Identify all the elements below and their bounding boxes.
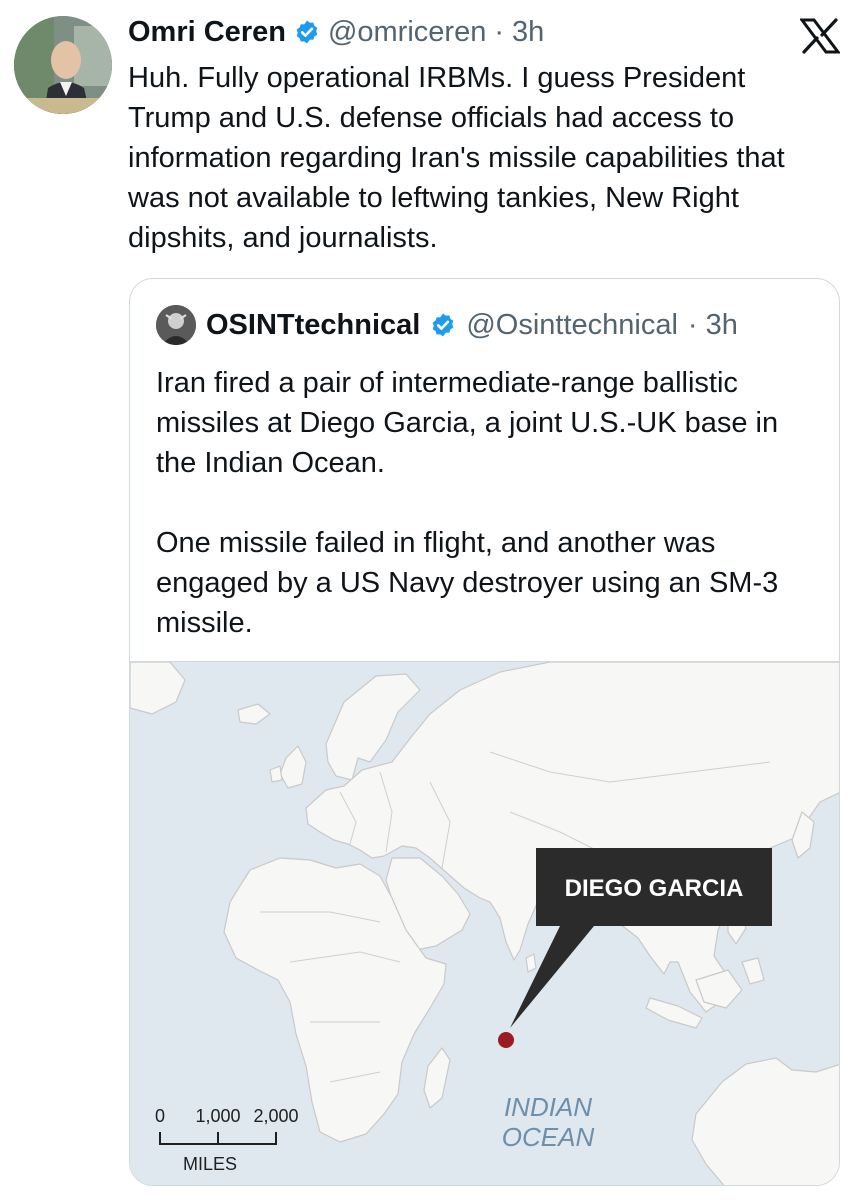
- quoted-tweet-card[interactable]: OSINTtechnical @Osinttechnical · 3h Iran…: [129, 278, 840, 1186]
- ocean-label-line2: OCEAN: [502, 1122, 595, 1152]
- author-avatar[interactable]: [14, 16, 112, 114]
- scale-tick-label: 1,000: [195, 1106, 240, 1126]
- callout-label: DIEGO GARCIA: [565, 875, 744, 902]
- quoted-tweet-time[interactable]: · 3h: [688, 305, 738, 345]
- scale-tick-label: 0: [155, 1106, 165, 1126]
- quoted-author-name[interactable]: OSINTtechnical: [206, 305, 420, 345]
- tweet-header: Omri Ceren @omriceren · 3h: [128, 12, 544, 52]
- diego-garcia-marker: [498, 1032, 514, 1048]
- quoted-paragraph: One missile failed in flight, and anothe…: [156, 527, 779, 639]
- quoted-avatar-image: [156, 305, 196, 345]
- quoted-tweet-header: OSINTtechnical @Osinttechnical · 3h: [156, 305, 738, 345]
- quoted-author-avatar[interactable]: [156, 305, 196, 345]
- map-image[interactable]: DIEGO GARCIA INDIAN OCEAN 0 1,000 2,000 …: [130, 661, 840, 1186]
- tweet-text: Huh. Fully operational IRBMs. I guess Pr…: [128, 62, 785, 254]
- ocean-label-line1: INDIAN: [504, 1092, 592, 1122]
- scale-unit-label: MILES: [183, 1154, 237, 1174]
- quoted-author-handle[interactable]: @Osinttechnical: [466, 305, 678, 345]
- scale-tick-label: 2,000: [253, 1106, 298, 1126]
- quoted-tweet-text: Iran fired a pair of intermediate-range …: [156, 363, 816, 643]
- avatar-image: [14, 16, 112, 114]
- verified-badge-icon: [296, 20, 318, 44]
- verified-badge-icon: [433, 313, 454, 337]
- x-logo-icon[interactable]: [800, 18, 840, 54]
- tweet-time[interactable]: · 3h: [494, 12, 544, 52]
- quoted-paragraph: Iran fired a pair of intermediate-range …: [156, 367, 779, 479]
- author-handle[interactable]: @omriceren: [328, 12, 486, 52]
- author-name[interactable]: Omri Ceren: [128, 12, 286, 52]
